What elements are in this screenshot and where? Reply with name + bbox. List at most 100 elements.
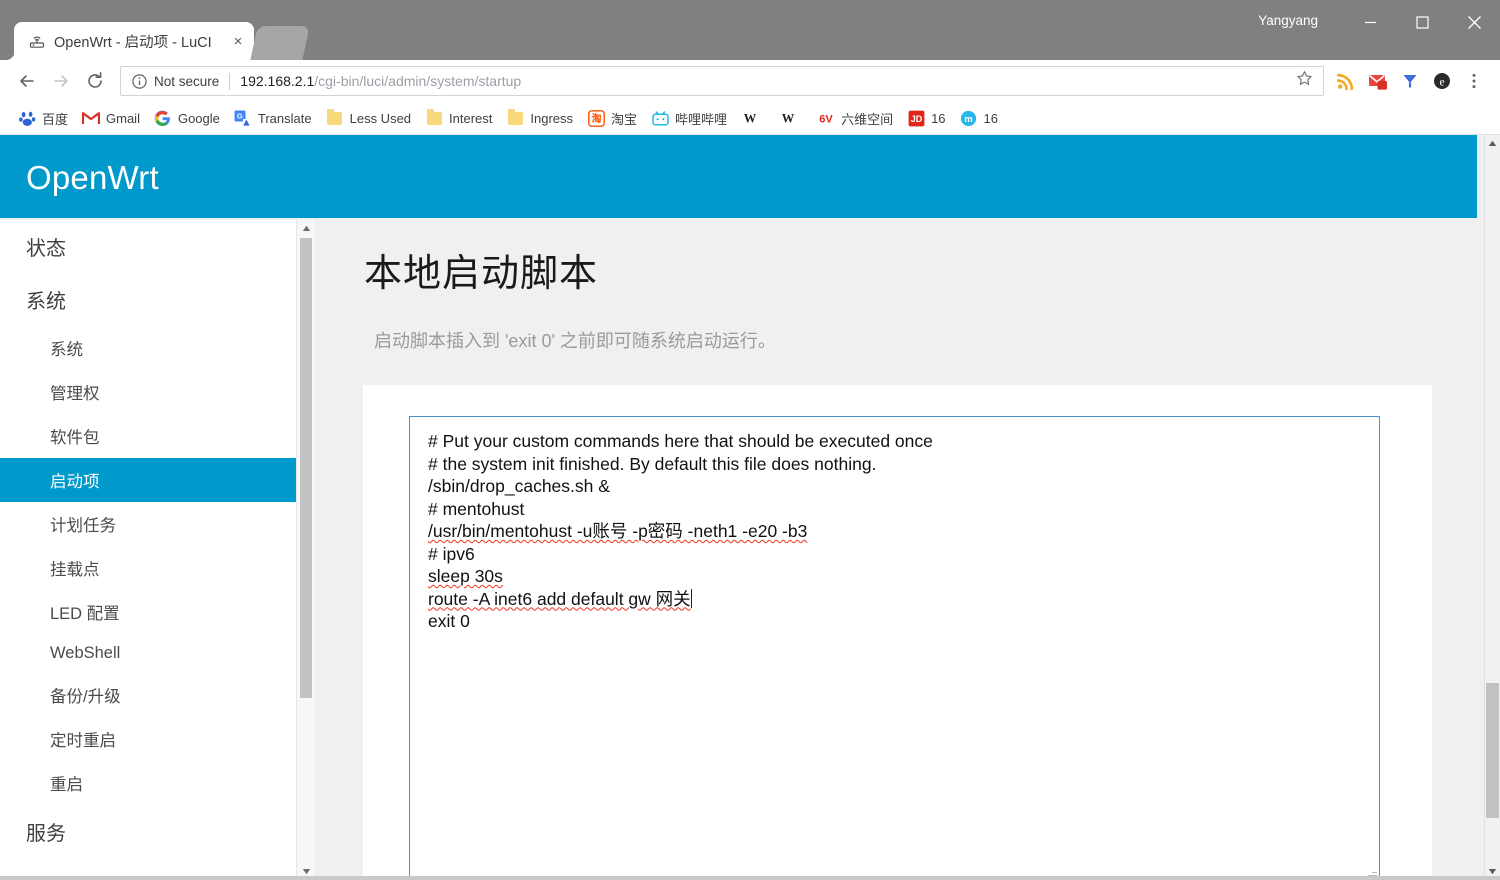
rss-icon[interactable] <box>1330 65 1362 97</box>
sidebar-item-software[interactable]: 软件包 <box>0 414 296 458</box>
browser-toolbar: Not secure 192.168.2.1/cgi-bin/luci/admi… <box>0 60 1500 102</box>
bilibili-icon <box>651 109 669 127</box>
sidebar-nav: 状态 系统 系统 管理权 软件包 启动项 计划任务 挂载点 LED 配置 Web… <box>0 220 296 880</box>
page-title: 本地启动脚本 <box>364 253 599 295</box>
sidebar-item-led-config[interactable]: LED 配置 <box>0 590 296 634</box>
security-status-text: Not secure <box>154 73 220 89</box>
script-line: # the system init finished. By default t… <box>428 453 877 474</box>
reload-button[interactable] <box>78 64 112 98</box>
bookmark-interest[interactable]: Interest <box>421 105 500 131</box>
mail-icon[interactable]: 1 <box>1362 65 1394 97</box>
bookmark-gmail[interactable]: Gmail <box>78 105 148 131</box>
bookmark-label: 16 <box>983 110 999 126</box>
bookmark-jd[interactable]: JD 16 <box>903 105 953 131</box>
bookmark-label: Translate <box>257 110 312 126</box>
e-icon[interactable]: e <box>1426 65 1458 97</box>
browser-tab-blank[interactable] <box>250 26 310 60</box>
bookmark-label: Less Used <box>349 110 412 126</box>
sidebar-item-mount-points[interactable]: 挂载点 <box>0 546 296 590</box>
url-path: /cgi-bin/luci/admin/system/startup <box>314 73 522 89</box>
bookmark-wikipedia-2[interactable]: W <box>775 105 811 131</box>
window-bottom-edge <box>0 876 1500 880</box>
bookmark-label: Google <box>177 110 220 126</box>
page-scrollbar-thumb[interactable] <box>1486 683 1499 818</box>
mail-badge-count: 1 <box>1387 86 1393 96</box>
scroll-up-icon[interactable] <box>297 220 315 237</box>
translate-icon: G <box>234 109 252 127</box>
sidebar-scrollbar[interactable] <box>296 220 314 880</box>
omnibox-divider <box>229 72 231 90</box>
svg-text:G: G <box>237 111 243 120</box>
router-icon <box>28 32 46 50</box>
startup-script-textarea[interactable]: # Put your custom commands here that sho… <box>409 416 1380 880</box>
window-titlebar: OpenWrt - 启动项 - LuCI × Yangyang <box>0 0 1500 60</box>
bookmark-label: 哔哩哔哩 <box>675 111 728 127</box>
startup-script-card: # Put your custom commands here that sho… <box>363 385 1432 880</box>
bookmark-label: Interest <box>449 110 493 126</box>
sidebar-item-system[interactable]: 系统 <box>0 326 296 370</box>
page-scroll-up-icon[interactable] <box>1485 135 1500 152</box>
wikipedia-icon: W <box>779 109 797 127</box>
baidu-icon <box>18 109 36 127</box>
bookmark-google[interactable]: Google <box>150 105 228 131</box>
sidebar-item-admin[interactable]: 管理权 <box>0 370 296 414</box>
tab-close-icon[interactable]: × <box>228 31 248 51</box>
bookmark-baidu[interactable]: 百度 <box>14 105 76 131</box>
sidebar-item-scheduled-tasks[interactable]: 计划任务 <box>0 502 296 546</box>
sidebar-item-webshell[interactable]: WebShell <box>0 634 296 673</box>
sidebar-item-reboot[interactable]: 重启 <box>0 761 296 805</box>
bookmark-label: 百度 <box>42 111 69 127</box>
jd-icon: JD <box>907 109 925 127</box>
sidebar-item-backup-upgrade[interactable]: 备份/升级 <box>0 673 296 717</box>
browser-tab-openwrt[interactable]: OpenWrt - 启动项 - LuCI × <box>14 22 254 60</box>
menu-icon[interactable] <box>1458 65 1490 97</box>
bookmark-label: 六维空间 <box>841 111 894 127</box>
sidebar-group-status[interactable]: 状态 <box>0 220 296 273</box>
bookmarks-bar: 百度 Gmail Google G Translate Less Used In… <box>0 102 1500 135</box>
6v-icon: 6V <box>817 109 835 127</box>
bookmark-m[interactable]: m 16 <box>956 105 1006 131</box>
script-line: # Put your custom commands here that sho… <box>428 431 933 451</box>
close-icon[interactable] <box>1448 0 1500 44</box>
forward-button[interactable] <box>44 64 78 98</box>
svg-text:JD: JD <box>910 114 922 124</box>
taobao-icon: 淘 <box>587 109 605 127</box>
sidebar-item-scheduled-reboot[interactable]: 定时重启 <box>0 717 296 761</box>
script-line: /sbin/drop_caches.sh & <box>428 476 610 496</box>
sidebar-group-system[interactable]: 系统 <box>0 273 296 326</box>
bookmark-6v[interactable]: 6V 六维空间 <box>813 105 901 131</box>
luci-page: OpenWrt 状态 系统 系统 管理权 软件包 启动项 计划任务 挂载点 LE… <box>0 135 1484 880</box>
minimize-icon[interactable] <box>1344 0 1396 44</box>
bookmark-taobao[interactable]: 淘 淘宝 <box>583 105 645 131</box>
script-line: route -A inet6 add default gw 网关 <box>428 588 691 609</box>
sidebar-group-services[interactable]: 服务 <box>0 805 296 858</box>
bookmark-less-used[interactable]: Less Used <box>322 105 419 131</box>
bookmark-ingress[interactable]: Ingress <box>502 105 581 131</box>
folder-icon <box>506 108 524 127</box>
page-description: 启动脚本插入到 'exit 0' 之前即可随系统启动运行。 <box>374 331 776 351</box>
tab-title: OpenWrt - 启动项 - LuCI <box>54 34 212 51</box>
back-button[interactable] <box>10 64 44 98</box>
svg-text:W: W <box>744 112 757 126</box>
url-host: 192.168.2.1 <box>240 73 315 89</box>
sidebar-item-startup[interactable]: 启动项 <box>0 458 296 502</box>
address-bar-url: 192.168.2.1/cgi-bin/luci/admin/system/st… <box>240 73 521 89</box>
maximize-icon[interactable] <box>1396 0 1448 44</box>
bookmark-bilibili[interactable]: 哔哩哔哩 <box>647 105 735 131</box>
google-icon <box>154 109 172 127</box>
svg-text:e: e <box>1439 77 1444 89</box>
address-bar[interactable]: Not secure 192.168.2.1/cgi-bin/luci/admi… <box>120 66 1324 96</box>
bookmark-wikipedia-1[interactable]: W <box>737 105 773 131</box>
bookmark-label: 16 <box>931 110 946 126</box>
info-circle-icon <box>131 73 148 90</box>
y-icon[interactable] <box>1394 65 1426 97</box>
text-caret <box>690 588 692 608</box>
bookmark-star-icon[interactable] <box>1292 70 1317 92</box>
bookmark-label: Ingress <box>530 110 574 126</box>
sidebar-scrollbar-thumb[interactable] <box>300 238 312 698</box>
page-scrollbar[interactable] <box>1484 135 1500 880</box>
browser-window: OpenWrt - 启动项 - LuCI × Yangyang Not secu… <box>0 0 1500 880</box>
wikipedia-icon: W <box>741 109 759 127</box>
bookmark-translate[interactable]: G Translate <box>230 105 320 131</box>
script-line: # mentohust <box>428 498 525 519</box>
